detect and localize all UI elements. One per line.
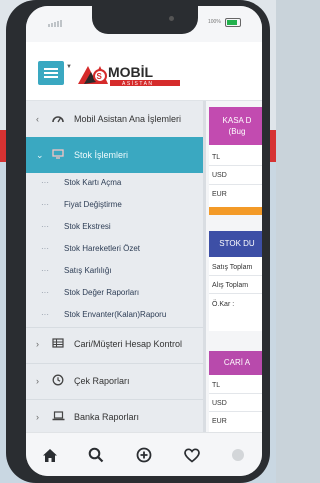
app-header: ▼ S MOBİL ASİSTAN	[26, 42, 262, 101]
submenu-item[interactable]: ··· Stok Kartı Açma	[26, 178, 203, 195]
sidebar-item-label: Banka Raporları	[74, 411, 140, 422]
row-divider	[209, 293, 262, 294]
sidebar-item-banka[interactable]: › Banka Raporları	[26, 401, 203, 432]
sidebar-item-cari[interactable]: › Cari/Müşteri Hesap Kontrol	[26, 328, 203, 360]
sidebar-item-label: Stok İşlemleri	[74, 150, 129, 160]
chevron-left-icon: ‹	[36, 114, 39, 124]
card-row: TL	[212, 154, 221, 161]
plus-circle-icon[interactable]	[132, 433, 156, 476]
card-header: KASA D (Bug	[209, 107, 262, 145]
card-row: USD	[212, 172, 227, 179]
phone-screen: 100% ▼ S MOBİL ASİSTAN ‹ Mobil Asistan A…	[26, 6, 262, 476]
row-divider	[209, 165, 262, 166]
bottom-nav-bar	[26, 432, 262, 476]
caret-down-icon[interactable]: ▼	[66, 64, 72, 70]
submenu-item[interactable]: ··· Stok Hareketleri Özet	[26, 244, 203, 261]
card-row: TL	[212, 382, 221, 389]
card-header: STOK DU	[209, 231, 262, 257]
brand-logo: S MOBİL ASİSTAN	[74, 60, 184, 90]
chevron-right-icon: ›	[36, 411, 39, 422]
dashboard-content: KASA D (Bug TL USD EUR STOK DU Satış Top…	[203, 101, 262, 432]
submenu-item[interactable]: ··· Stok Ekstresi	[26, 222, 203, 239]
row-divider	[209, 184, 262, 185]
card-row: Satış Toplam	[212, 264, 253, 271]
status-bar: 100%	[26, 6, 262, 42]
card-row: USD	[212, 400, 227, 407]
sidebar-item-label: Cari/Müşteri Hesap Kontrol	[74, 339, 183, 349]
card-row: Alış Toplam	[212, 282, 249, 289]
sidebar-item-cek[interactable]: › Çek Raporları	[26, 365, 203, 397]
divider	[26, 399, 203, 400]
submenu-item[interactable]: ··· Satış Karlılığı	[26, 266, 203, 283]
menu-toggle-button[interactable]	[38, 61, 64, 85]
battery-icon	[225, 18, 241, 27]
logo-subtext: ASİSTAN	[122, 80, 154, 87]
submenu-item[interactable]: ··· Stok Envanter(Kalan)Raporu	[26, 310, 203, 327]
card-row: EUR	[212, 418, 227, 425]
submenu-item[interactable]: ··· Stok Değer Raporları	[26, 288, 203, 305]
cari-card: CARİ A TL USD EUR	[209, 351, 262, 432]
home-icon[interactable]	[38, 433, 62, 476]
submenu-item[interactable]: ··· Fiyat Değiştirme	[26, 200, 203, 217]
stok-card: STOK DU Satış Toplam Alış Toplam Ö.Kar :	[209, 231, 262, 331]
sidebar-item-main[interactable]: ‹ Mobil Asistan Ana İşlemleri	[26, 101, 203, 137]
sidebar-item-label: Mobil Asistan Ana İşlemleri	[74, 114, 182, 124]
chevron-right-icon: ›	[36, 376, 39, 386]
logo-text: MOBİL	[108, 64, 154, 80]
signal-icon	[48, 20, 62, 27]
card-header: CARİ A	[209, 351, 262, 375]
search-icon[interactable]	[84, 433, 108, 476]
sidebar-item-label: Çek Raporları	[74, 376, 130, 386]
table-icon	[52, 338, 64, 350]
sidebar: ‹ Mobil Asistan Ana İşlemleri ⌄ Stok İşl…	[26, 101, 203, 432]
sidebar-item-stok[interactable]: ⌄ Stok İşlemleri	[26, 137, 203, 173]
battery-percent: 100%	[208, 19, 221, 25]
card-title: KASA D	[222, 116, 252, 125]
card-title: STOK DU	[219, 239, 255, 248]
phone-frame: 100% ▼ S MOBİL ASİSTAN ‹ Mobil Asistan A…	[6, 0, 270, 483]
card-subtitle: (Bug	[228, 127, 246, 136]
divider	[26, 363, 203, 364]
svg-text:S: S	[97, 72, 103, 81]
card-row: Ö.Kar :	[212, 301, 235, 308]
profile-icon[interactable]	[226, 433, 250, 476]
monitor-icon	[52, 149, 64, 161]
row-divider	[209, 393, 262, 394]
card-title: CARİ A	[223, 358, 251, 367]
clock-icon	[52, 374, 64, 388]
chevron-down-icon: ⌄	[36, 149, 44, 160]
laptop-icon	[52, 410, 65, 423]
card-footer-bar	[209, 207, 262, 215]
row-divider	[209, 411, 262, 412]
dashboard-icon	[52, 113, 64, 125]
row-divider	[209, 275, 262, 276]
chevron-right-icon: ›	[36, 339, 39, 349]
card-row: EUR	[212, 191, 227, 198]
heart-icon[interactable]	[180, 433, 204, 476]
kasa-card: KASA D (Bug TL USD EUR	[209, 107, 262, 215]
camera-notch	[92, 6, 198, 34]
